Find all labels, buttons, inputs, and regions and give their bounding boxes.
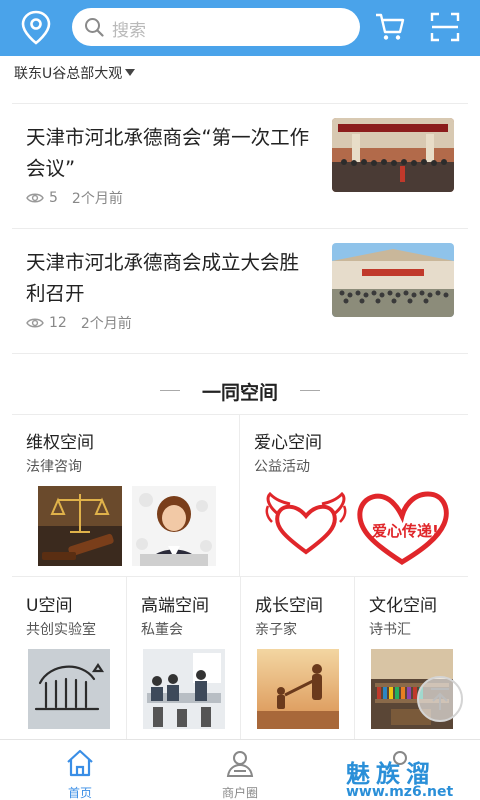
news-item[interactable]: 天津市河北承德商会成立大会胜利召开 12 2个月前 (12, 229, 468, 353)
org-selector[interactable]: 联东U谷总部大观 (14, 63, 136, 83)
news-thumbnail (332, 243, 454, 317)
space-title: 文化空间 (369, 596, 437, 616)
space-title: 维权空间 (26, 433, 94, 453)
news-title: 天津市河北承德商会“第一次工作会议” (26, 126, 310, 180)
search-bar[interactable]: 搜索 (72, 8, 360, 46)
love-relay-text: 爱心传递! (372, 522, 439, 540)
news-thumbnail (332, 118, 454, 192)
news-title: 天津市河北承德商会成立大会胜利召开 (26, 251, 300, 305)
eye-icon (26, 193, 44, 203)
location-pin-icon[interactable] (20, 10, 52, 46)
news-item[interactable]: 天津市河北承德商会“第一次工作会议” 5 2个月前 (12, 104, 468, 228)
tab-label: 首页 (67, 786, 92, 800)
title-dash (300, 390, 320, 391)
space-subtitle: 诗书汇 (369, 622, 411, 638)
divider (12, 353, 468, 354)
space-title: 高端空间 (141, 596, 209, 616)
space-card-premium[interactable]: 高端空间 私董会 (127, 577, 240, 739)
search-placeholder: 搜索 (112, 21, 146, 41)
scan-icon[interactable] (430, 12, 460, 42)
space-card-rights[interactable]: 维权空间 法律咨询 (12, 414, 240, 576)
tab-merchant-circle[interactable]: 商户圈 (180, 740, 300, 800)
love-relay-logo: 爱心传递! (352, 486, 452, 568)
space-card-growth[interactable]: 成长空间 亲子家 (241, 577, 354, 739)
news-time: 2个月前 (71, 191, 123, 207)
space-subtitle: 私董会 (141, 622, 183, 638)
top-bar: 搜索 (0, 0, 480, 56)
space-title: U空间 (26, 596, 73, 616)
space-subtitle: 法律咨询 (26, 459, 82, 475)
gavel-scale-image (38, 486, 122, 566)
tab-label: 商户圈 (221, 786, 258, 800)
section-title: 一同空间 (201, 382, 278, 404)
space-title: 爱心空间 (254, 433, 322, 453)
family-image (257, 649, 339, 729)
watermark: 魅族溜 www.mz6.net (338, 754, 480, 800)
caret-down-icon (125, 69, 136, 76)
space-subtitle: 共创实验室 (26, 622, 96, 638)
merchant-circle-icon (226, 751, 254, 777)
org-name: 联东U谷总部大观 (14, 66, 123, 82)
space-subtitle: 公益活动 (254, 459, 310, 475)
tab-home[interactable]: 首页 (20, 740, 140, 800)
home-icon (67, 749, 93, 777)
view-count: 12 (49, 315, 67, 331)
scroll-to-top-button[interactable] (417, 676, 463, 722)
winged-heart-logo (265, 491, 347, 555)
watermark-url: www.mz6.net (346, 784, 454, 800)
lawyer-image (132, 486, 216, 566)
news-meta: 5 2个月前 (26, 188, 123, 208)
arrow-up-icon (431, 688, 449, 710)
space-subtitle: 亲子家 (255, 622, 297, 638)
search-icon (85, 18, 104, 37)
view-count: 5 (49, 190, 58, 206)
space-card-charity[interactable]: 爱心空间 公益活动 爱心传递! (240, 414, 468, 576)
space-title: 成长空间 (255, 596, 323, 616)
space-card-u[interactable]: U空间 共创实验室 (12, 577, 126, 739)
eye-icon (26, 318, 44, 328)
u-space-logo-image (28, 649, 110, 729)
meeting-image (143, 649, 225, 729)
news-meta: 12 2个月前 (26, 313, 132, 333)
news-time: 2个月前 (80, 316, 132, 332)
cart-icon[interactable] (374, 12, 406, 42)
